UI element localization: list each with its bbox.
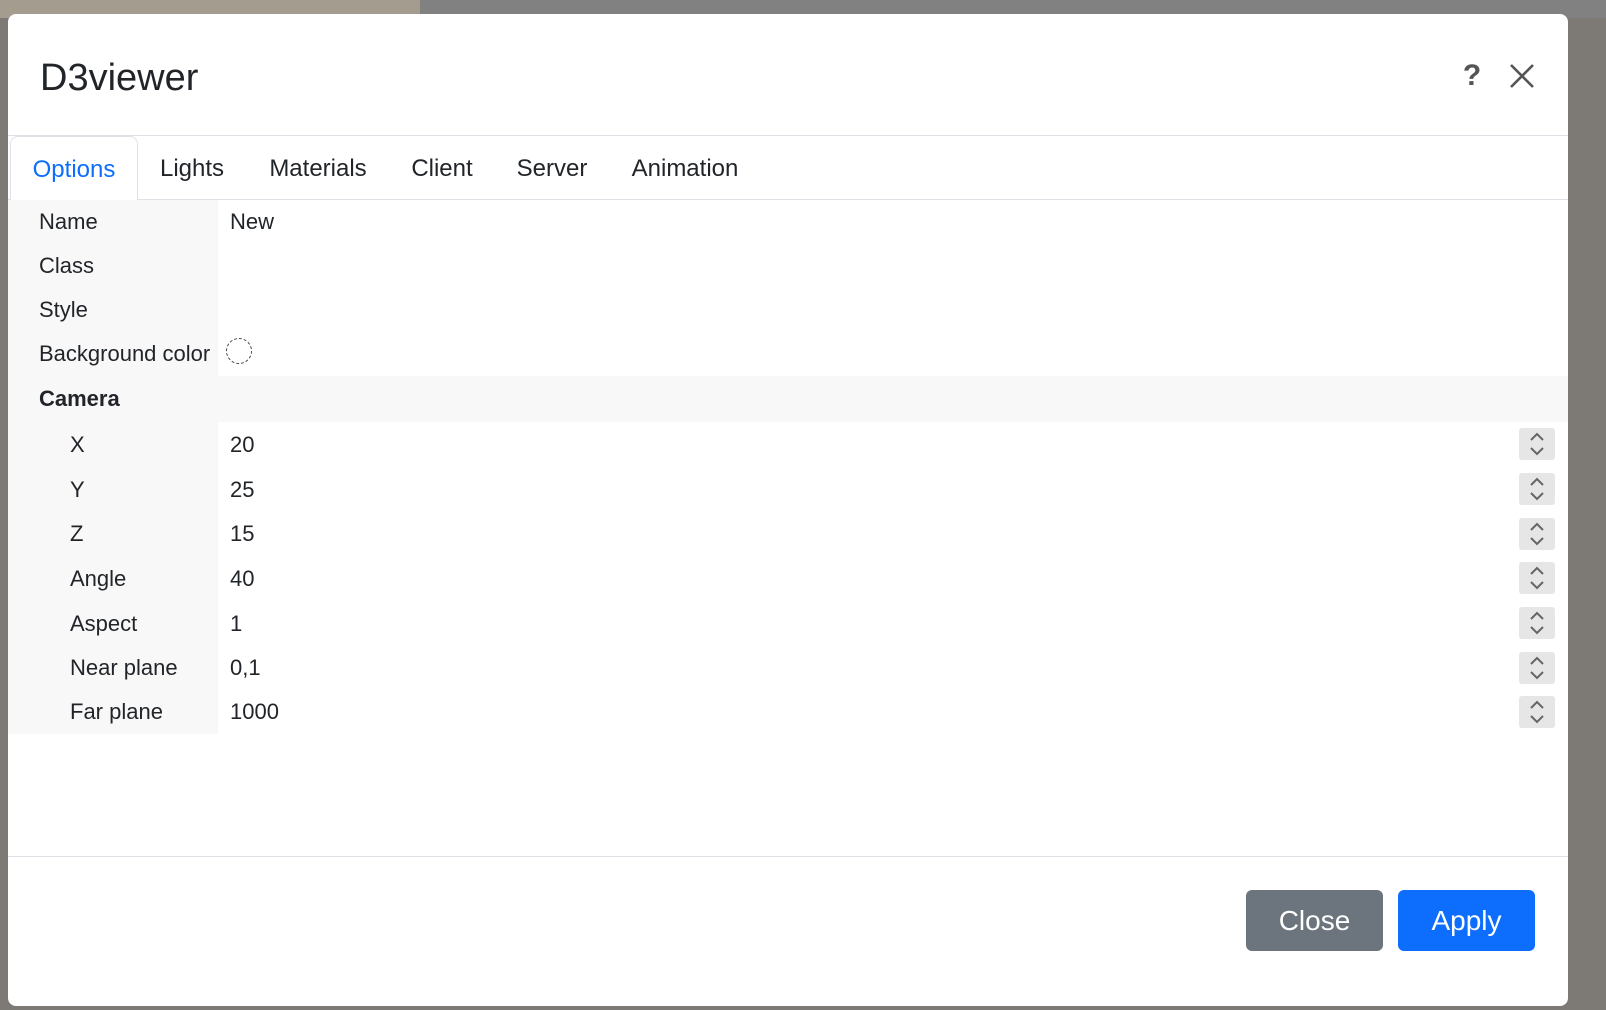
spinner-arrows-icon	[1530, 611, 1544, 635]
camera-aspect-label: Aspect	[8, 601, 218, 646]
spinner-arrows-icon	[1530, 432, 1544, 456]
name-label: Name	[8, 200, 218, 244]
camera-angle-label: Angle	[8, 556, 218, 601]
camera-z-label: Z	[8, 512, 218, 556]
camera-angle-input[interactable]: 40	[230, 556, 254, 601]
camera-aspect-row: Aspect 1	[8, 601, 1568, 646]
apply-button[interactable]: Apply	[1398, 890, 1535, 951]
spinner-arrows-icon	[1530, 477, 1544, 501]
style-label: Style	[8, 288, 218, 332]
camera-angle-row: Angle 40	[8, 556, 1568, 601]
dialog-title: D3viewer	[40, 57, 199, 99]
tab-lights[interactable]: Lights	[148, 136, 236, 200]
camera-y-spinner[interactable]	[1519, 473, 1555, 505]
spinner-arrows-icon	[1530, 566, 1544, 590]
color-swatch[interactable]	[226, 338, 252, 364]
help-button[interactable]: ?	[1454, 58, 1490, 94]
close-button[interactable]: Close	[1246, 890, 1383, 951]
camera-aspect-spinner[interactable]	[1519, 607, 1555, 639]
help-icon: ?	[1462, 59, 1482, 92]
camera-near-plane-spinner[interactable]	[1519, 652, 1555, 684]
camera-x-input[interactable]: 20	[230, 422, 254, 467]
camera-x-spinner[interactable]	[1519, 428, 1555, 460]
camera-far-plane-row: Far plane 1000	[8, 690, 1568, 734]
background-color-label: Background color	[8, 332, 218, 376]
close-icon	[1510, 64, 1534, 88]
camera-far-plane-label: Far plane	[8, 690, 218, 734]
camera-near-plane-input[interactable]: 0,1	[230, 646, 261, 690]
camera-y-label: Y	[8, 467, 218, 512]
dialog-footer: Close Apply	[8, 856, 1568, 1006]
tab-animation[interactable]: Animation	[620, 136, 750, 200]
camera-far-plane-spinner[interactable]	[1519, 696, 1555, 728]
spinner-arrows-icon	[1530, 700, 1544, 724]
camera-z-input[interactable]: 15	[230, 512, 254, 556]
style-row: Style	[8, 288, 1568, 332]
name-value[interactable]: New	[230, 200, 274, 244]
class-row: Class	[8, 244, 1568, 288]
camera-far-plane-input[interactable]: 1000	[230, 690, 279, 734]
spinner-arrows-icon	[1530, 522, 1544, 546]
camera-x-row: X 20	[8, 422, 1568, 467]
camera-near-plane-label: Near plane	[8, 646, 218, 690]
close-dialog-button[interactable]	[1504, 58, 1540, 94]
camera-y-row: Y 25	[8, 467, 1568, 512]
camera-near-plane-row: Near plane 0,1	[8, 646, 1568, 690]
camera-y-input[interactable]: 25	[230, 467, 254, 512]
camera-angle-spinner[interactable]	[1519, 562, 1555, 594]
tab-materials[interactable]: Materials	[260, 136, 376, 200]
background-color-value	[226, 332, 252, 376]
name-row: Name New	[8, 200, 1568, 244]
camera-section-header: Camera	[8, 376, 1568, 422]
tab-bar: Options Lights Materials Client Server A…	[8, 136, 1568, 201]
tab-options[interactable]: Options	[10, 136, 138, 201]
camera-aspect-input[interactable]: 1	[230, 601, 242, 646]
camera-z-spinner[interactable]	[1519, 518, 1555, 550]
tab-client[interactable]: Client	[400, 136, 484, 200]
background-color-row: Background color	[8, 332, 1568, 376]
class-label: Class	[8, 244, 218, 288]
d3viewer-dialog: D3viewer ? Options Lights Materials Clie…	[8, 14, 1568, 1006]
camera-x-label: X	[8, 422, 218, 467]
dialog-header: D3viewer ?	[8, 14, 1568, 136]
camera-z-row: Z 15	[8, 512, 1568, 556]
spinner-arrows-icon	[1530, 656, 1544, 680]
tab-server[interactable]: Server	[506, 136, 598, 200]
